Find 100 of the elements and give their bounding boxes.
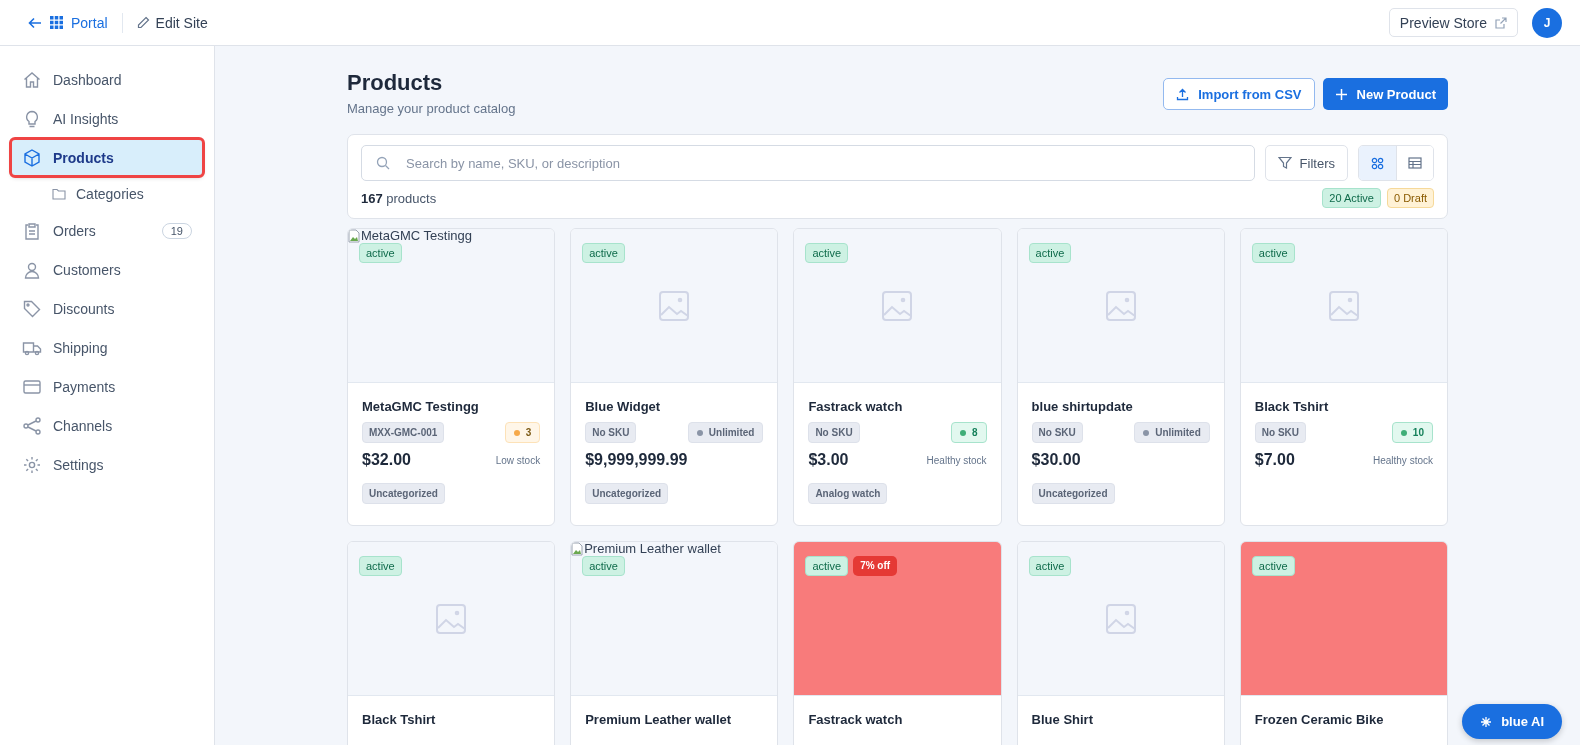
sidebar-item[interactable]: Customers — [12, 252, 202, 287]
box-icon — [22, 147, 42, 168]
status-badge: active — [1028, 243, 1072, 263]
product-name: Black Tshirt — [1254, 399, 1330, 414]
sidebar-item[interactable]: Shipping — [12, 330, 202, 365]
image-icon — [435, 602, 468, 635]
stock-badge: 3 — [504, 422, 541, 443]
product-count: 167 products — [361, 190, 437, 206]
product-card[interactable]: active Frozen Ceramic Bike — [1239, 541, 1448, 745]
image-icon — [658, 289, 691, 322]
sku-badge: No SKU — [1031, 422, 1083, 443]
product-card[interactable]: Premium Leather wallet active Premium Leather wallet — [570, 541, 779, 745]
plus-icon — [1334, 87, 1348, 101]
sidebar-item[interactable]: Categories — [12, 179, 202, 209]
assistant-button[interactable]: blue AI — [1462, 704, 1562, 739]
external-link-icon — [1495, 16, 1507, 29]
product-price: $32.00 — [362, 451, 411, 469]
table-icon — [1408, 157, 1422, 169]
sidebar-item[interactable]: Orders 19 — [12, 213, 202, 248]
stock-status: Healthy stock — [926, 454, 987, 466]
product-name: Frozen Ceramic Bike — [1254, 712, 1385, 727]
product-name: Fastrack watch — [808, 399, 904, 414]
sidebar-item[interactable]: Payments — [12, 369, 202, 404]
active-count-badge: 20 Active — [1322, 188, 1381, 208]
page-title: Products — [347, 70, 444, 96]
product-price: $30.00 — [1031, 451, 1081, 469]
product-name: Blue Widget — [585, 399, 662, 414]
preview-store-button[interactable]: Preview Store — [1388, 8, 1518, 37]
grid-icon — [1371, 156, 1384, 170]
draft-count-badge: 0 Draft — [1387, 188, 1434, 208]
share-icon — [22, 415, 42, 436]
funnel-icon — [1277, 156, 1292, 170]
product-card[interactable]: active Black Tshirt — [347, 541, 556, 745]
product-name: Black Tshirt — [362, 712, 437, 727]
broken-image-icon — [571, 542, 584, 556]
edit-site-link[interactable]: Edit Site — [136, 14, 208, 31]
sku-badge: No SKU — [585, 422, 637, 443]
sidebar-item[interactable]: Dashboard — [12, 62, 202, 97]
category-badge: Analog watch — [808, 483, 888, 504]
home-icon — [22, 69, 42, 90]
product-card[interactable]: active 7% off Fastrack watch — [793, 541, 1002, 745]
new-product-button[interactable]: New Product — [1322, 78, 1448, 110]
sidebar-item[interactable]: Discounts — [12, 291, 202, 326]
import-csv-button[interactable]: Import from CSV — [1163, 78, 1315, 110]
product-card[interactable]: active Fastrack watch No SKU 8 $3.00 Healthy stock Analog watch — [793, 228, 1002, 526]
product-name: blue shirtupdate — [1031, 399, 1134, 414]
category-badge: Uncategorized — [362, 483, 445, 504]
status-badge: active — [805, 556, 849, 576]
product-price: $9,999,999.99 — [585, 451, 688, 469]
sku-badge: No SKU — [1254, 422, 1307, 443]
pencil-icon — [136, 16, 150, 29]
stock-badge: 8 — [951, 422, 987, 443]
status-badge: active — [359, 243, 402, 263]
product-name: Blue Shirt — [1031, 712, 1094, 727]
grid-icon — [50, 16, 63, 29]
product-card[interactable]: MetaGMC Testingg active MetaGMC Testingg MXX-GMC-001 3 $32.00 Low stock Uncategorized — [347, 228, 556, 526]
gear-icon — [22, 454, 42, 475]
product-price: $7.00 — [1254, 451, 1295, 469]
search-icon — [376, 156, 390, 170]
stock-badge: 10 — [1391, 422, 1433, 443]
sku-badge: MXX-GMC-001 — [362, 422, 445, 443]
broken-image-icon — [348, 229, 360, 243]
status-badge: active — [359, 556, 402, 576]
product-card[interactable]: active Blue Widget No SKU Unlimited $9,999,999.99 Uncategorized — [570, 228, 779, 526]
folder-icon — [52, 188, 66, 200]
stock-badge: Unlimited — [1134, 422, 1210, 443]
product-name: Premium Leather wallet — [585, 712, 733, 727]
table-view-button[interactable] — [1396, 146, 1433, 180]
sidebar-item[interactable]: Settings — [12, 447, 202, 482]
status-badge: active — [805, 243, 849, 263]
user-avatar[interactable]: J — [1532, 7, 1562, 38]
image-icon — [881, 289, 914, 322]
stock-badge: Unlimited — [687, 422, 764, 443]
category-badge: Uncategorized — [1031, 483, 1115, 504]
product-name: Fastrack watch — [808, 712, 904, 727]
grid-view-button[interactable] — [1359, 146, 1396, 180]
product-price: $3.00 — [808, 451, 849, 469]
product-card[interactable]: active Black Tshirt No SKU 10 $7.00 Healthy stock — [1239, 228, 1448, 526]
sku-badge: No SKU — [808, 422, 860, 443]
sidebar-item[interactable]: AI Insights — [12, 101, 202, 136]
product-card[interactable]: active Blue Shirt — [1016, 541, 1225, 745]
sidebar-item[interactable]: Products — [12, 140, 202, 175]
filters-button[interactable]: Filters — [1264, 145, 1348, 181]
product-card[interactable]: active blue shirtupdate No SKU Unlimited $30.00 Uncategorized — [1016, 228, 1225, 526]
discount-badge: 7% off — [853, 556, 898, 576]
search-field[interactable]: Search by name, SKU, or description — [361, 145, 1255, 181]
page-subtitle: Manage your product catalog — [347, 101, 516, 116]
image-icon — [1104, 289, 1137, 322]
clipboard-icon — [22, 220, 42, 241]
sparkle-icon — [1480, 715, 1493, 728]
product-name: MetaGMC Testingg — [362, 399, 480, 414]
tag-icon — [22, 298, 42, 319]
sidebar-item[interactable]: Channels — [12, 408, 202, 443]
category-badge: Uncategorized — [585, 483, 669, 504]
image-alt-text: Premium Leather wallet — [571, 542, 721, 556]
portal-link[interactable]: Portal — [28, 14, 108, 31]
status-badge: active — [1028, 556, 1072, 576]
status-badge: active — [1251, 556, 1295, 576]
status-badge: active — [582, 556, 625, 576]
stock-status: Healthy stock — [1372, 454, 1433, 466]
